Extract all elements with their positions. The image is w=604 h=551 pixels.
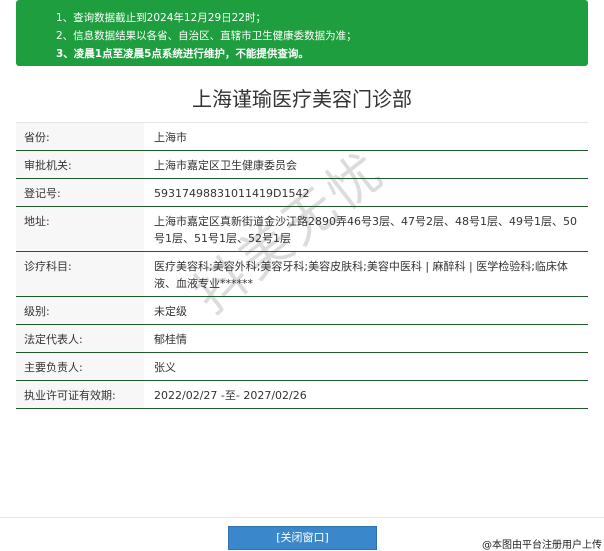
row-value: 张义 <box>154 361 176 374</box>
table-row: 执业许可证有效期: 2022/02/27 -至- 2027/02/26 <box>16 380 588 409</box>
row-label: 诊疗科目: <box>16 251 144 297</box>
row-label: 地址: <box>16 206 144 252</box>
notice-line-1: 1、查询数据截止到2024年12月29日22时； <box>56 12 266 24</box>
row-value: 59317498831011419D1542 <box>154 187 310 200</box>
footer-divider <box>0 517 604 518</box>
row-value: 郁桂情 <box>154 333 187 346</box>
row-value: 医疗美容科;美容外科;美容牙科;美容皮肤科;美容中医科 | 麻醉科 | 医学检验… <box>154 260 568 290</box>
table-row: 法定代表人: 郁桂情 <box>16 324 588 353</box>
table-row: 级别: 未定级 <box>16 296 588 325</box>
row-label: 法定代表人: <box>16 324 144 353</box>
table-row: 地址: 上海市嘉定区真新街道金沙江路2890弄46号3层、47号2层、48号1层… <box>16 206 588 252</box>
row-value: 2022/02/27 -至- 2027/02/26 <box>154 389 307 402</box>
table-row: 诊疗科目: 医疗美容科;美容外科;美容牙科;美容皮肤科;美容中医科 | 麻醉科 … <box>16 251 588 297</box>
row-label: 级别: <box>16 296 144 325</box>
page-title: 上海谨瑜医疗美容门诊部 <box>192 87 412 111</box>
row-value: 上海市嘉定区真新街道金沙江路2890弄46号3层、47号2层、48号1层、49号… <box>154 215 577 245</box>
row-label: 审批机关: <box>16 150 144 179</box>
table-row: 登记号: 59317498831011419D1542 <box>16 178 588 207</box>
upload-credit: @本图由平台注册用户上传 <box>482 540 602 551</box>
row-label: 省份: <box>16 122 144 151</box>
row-label: 主要负责人: <box>16 352 144 381</box>
notice-line-3: 3、凌晨1点至凌晨5点系统进行维护，不能提供查询。 <box>56 48 309 60</box>
row-label: 登记号: <box>16 178 144 207</box>
notice-line-2: 2、信息数据结果以各省、自治区、直辖市卫生健康委数据为准； <box>56 30 357 42</box>
table-row: 主要负责人: 张义 <box>16 352 588 381</box>
row-label: 执业许可证有效期: <box>16 380 144 409</box>
row-value: 未定级 <box>154 305 187 318</box>
table-row: 审批机关: 上海市嘉定区卫生健康委员会 <box>16 150 588 179</box>
row-value: 上海市嘉定区卫生健康委员会 <box>154 159 297 172</box>
row-value: 上海市 <box>154 131 187 144</box>
close-window-button[interactable]: [关闭窗口] <box>228 526 377 550</box>
table-row: 省份: 上海市 <box>16 122 588 151</box>
info-table: 省份: 上海市 审批机关: 上海市嘉定区卫生健康委员会 登记号: 5931749… <box>16 122 588 409</box>
notice-banner: 1、查询数据截止到2024年12月29日22时； 2、信息数据结果以各省、自治区… <box>16 0 588 66</box>
